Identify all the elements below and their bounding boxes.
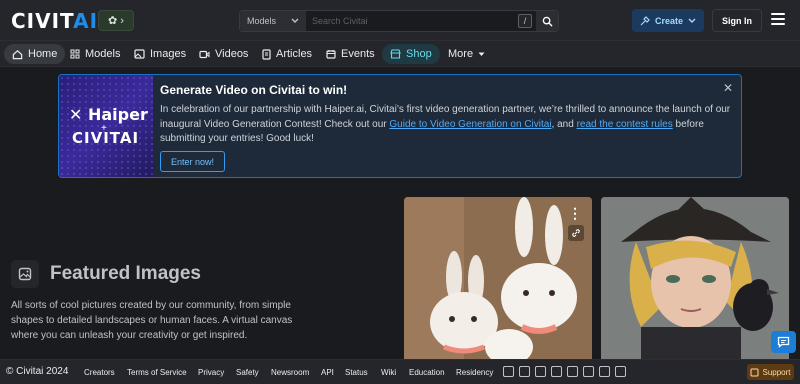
featured-images-title: Featured Images [50,263,201,284]
video-guide-link[interactable]: Guide to Video Generation on Civitai [389,119,551,130]
footer-link-creators[interactable]: Creators [84,368,115,377]
chevron-down-icon [688,18,696,23]
copyright: © Civitai 2024 [6,366,69,377]
footer-link-residency[interactable]: Residency [456,368,493,377]
main-nav: Home Models Images Videos Articles Event… [0,41,800,67]
more-options-icon[interactable]: ⋮ [568,205,582,222]
instagram-icon[interactable] [535,366,546,377]
nav-item-images[interactable]: Images [126,44,194,64]
caret-down-icon [478,52,485,56]
flower-badge[interactable]: ✿ › [98,10,134,31]
haiper-logo-text: ✕ Haiper [69,105,148,124]
search-type-label: Models [247,16,277,26]
support-button[interactable]: Support [747,364,794,380]
nav-item-videos[interactable]: Videos [191,44,256,64]
nav-item-articles[interactable]: Articles [254,44,320,64]
image-card-bunnies[interactable]: ⋮ [404,197,592,367]
reddit-icon[interactable] [583,366,594,377]
footer-link-terms[interactable]: Terms of Service [127,368,187,377]
video-icon [199,50,210,58]
footer-link-newsroom[interactable]: Newsroom [271,368,309,377]
create-button[interactable]: Create [632,9,704,32]
footer-link-status[interactable]: Status [345,368,368,377]
calendar-icon [326,50,336,59]
witch-image [601,197,789,367]
nav-item-more[interactable]: More [440,44,493,64]
discord-icon[interactable] [503,366,514,377]
footer-link-education[interactable]: Education [409,368,445,377]
link-icon[interactable] [568,225,584,241]
nav-item-shop[interactable]: Shop [382,44,440,64]
chevron-down-icon [291,18,299,23]
home-icon [12,49,23,59]
flower-icon: ✿ [108,15,118,27]
search-bar: Models / [239,10,559,32]
footer-link-api[interactable]: API [321,368,334,377]
x-icon[interactable] [519,366,530,377]
banner-text: In celebration of our partnership with H… [160,104,731,144]
bunnies-image [404,197,592,367]
footer: © Civitai 2024 Creators Terms of Service… [0,359,800,384]
shop-icon [390,49,401,59]
civitai-logo[interactable]: CIVITAI [11,9,98,33]
contest-banner: ✕ Haiper + CIVITAI Generate Video on Civ… [58,74,742,178]
contest-rules-link[interactable]: read the contest rules [577,119,673,130]
search-button[interactable] [536,11,558,31]
tiktok-icon[interactable] [567,366,578,377]
support-icon [750,368,759,376]
footer-link-wiki[interactable]: Wiki [381,368,396,377]
photo-icon [11,260,39,288]
haiper-civitai-banner-image: ✕ Haiper + CIVITAI [59,75,153,177]
grid-icon [70,49,80,59]
top-header: CIVITAI ✿ › Models / Create Sign In [0,0,800,41]
nav-item-events[interactable]: Events [318,44,383,64]
close-icon[interactable]: ✕ [723,81,733,95]
github-icon[interactable] [599,366,610,377]
twitch-icon[interactable] [615,366,626,377]
create-label: Create [654,15,683,26]
banner-title: Generate Video on Civitai to win! [160,83,348,97]
article-icon [262,48,271,60]
chevron-right-icon: › [120,14,124,27]
footer-link-privacy[interactable]: Privacy [198,368,224,377]
image-card-witch[interactable] [601,197,789,367]
civitai-logo-text: CIVITAI [72,129,140,147]
chat-icon[interactable] [771,331,796,353]
featured-images-description: All sorts of cool pictures created by ou… [11,300,293,341]
image-icon [134,49,145,59]
search-input[interactable] [306,11,518,31]
nav-item-models[interactable]: Models [62,44,128,64]
sign-in-button[interactable]: Sign In [712,9,762,32]
social-links [503,366,626,377]
brush-icon [640,15,650,25]
search-icon [542,16,553,27]
search-type-select[interactable]: Models [240,11,306,31]
search-shortcut-key: / [518,14,532,28]
youtube-icon[interactable] [551,366,562,377]
enter-now-button[interactable]: Enter now! [160,151,225,172]
hamburger-menu-icon[interactable] [771,13,785,25]
nav-item-home[interactable]: Home [4,44,66,64]
footer-link-safety[interactable]: Safety [236,368,259,377]
